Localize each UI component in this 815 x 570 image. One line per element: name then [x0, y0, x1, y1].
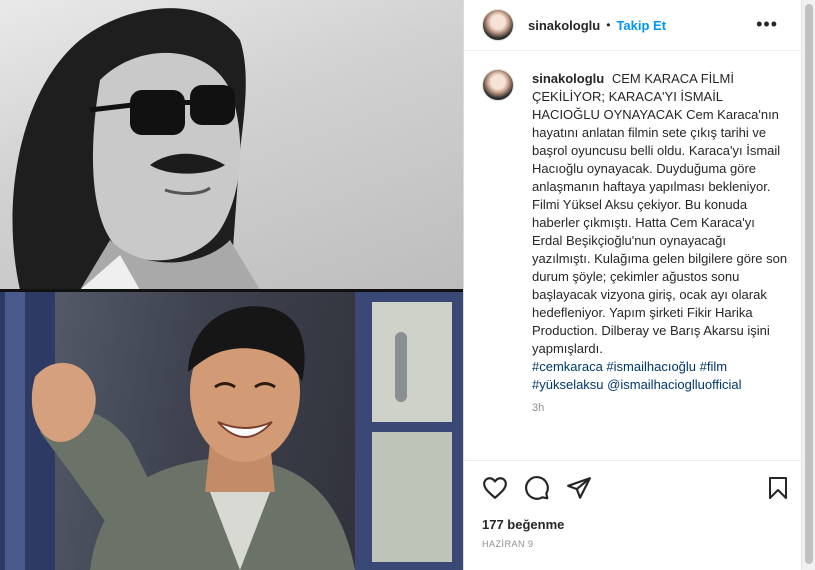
- scrollbar[interactable]: [801, 0, 815, 570]
- post-date: HAZİRAN 9: [482, 539, 534, 549]
- post-sidebar: sinakologlu • Takip Et ••• sinakologlu C…: [463, 0, 815, 570]
- bookmark-icon[interactable]: [766, 475, 794, 503]
- portrait-illustration-bottom: [0, 292, 463, 570]
- post-header: sinakologlu • Takip Et •••: [464, 0, 802, 51]
- post-caption: sinakologlu CEM KARACA FİLMİ ÇEKİLİYOR; …: [532, 70, 788, 394]
- heart-icon[interactable]: [482, 475, 510, 503]
- post-photo-bottom: [0, 292, 463, 570]
- post-media[interactable]: [0, 0, 463, 570]
- avatar[interactable]: [482, 9, 514, 41]
- caption-avatar[interactable]: [482, 69, 514, 101]
- portrait-illustration-top: [12, 8, 260, 290]
- caption-username-link[interactable]: sinakologlu: [532, 71, 604, 86]
- share-icon[interactable]: [566, 475, 594, 503]
- caption-section: sinakologlu CEM KARACA FİLMİ ÇEKİLİYOR; …: [464, 52, 802, 460]
- more-options-icon[interactable]: •••: [756, 14, 778, 34]
- caption-text: CEM KARACA FİLMİ ÇEKİLİYOR; KARACA'YI İS…: [532, 71, 788, 356]
- comment-icon[interactable]: [524, 475, 552, 503]
- likes-count[interactable]: 177 beğenme: [482, 517, 564, 532]
- scrollbar-thumb[interactable]: [805, 4, 813, 564]
- separator-dot: •: [606, 18, 611, 32]
- action-icons: [478, 475, 798, 503]
- follow-button[interactable]: Takip Et: [616, 18, 666, 33]
- post-actions: 177 beğenme HAZİRAN 9: [464, 460, 802, 570]
- post-photo-top: [0, 0, 463, 290]
- username-link[interactable]: sinakologlu: [528, 18, 600, 33]
- post-time[interactable]: 3h: [532, 402, 788, 414]
- caption-hashtags[interactable]: #cemkaraca #ismailhacıoğlu #film #yüksel…: [532, 358, 788, 394]
